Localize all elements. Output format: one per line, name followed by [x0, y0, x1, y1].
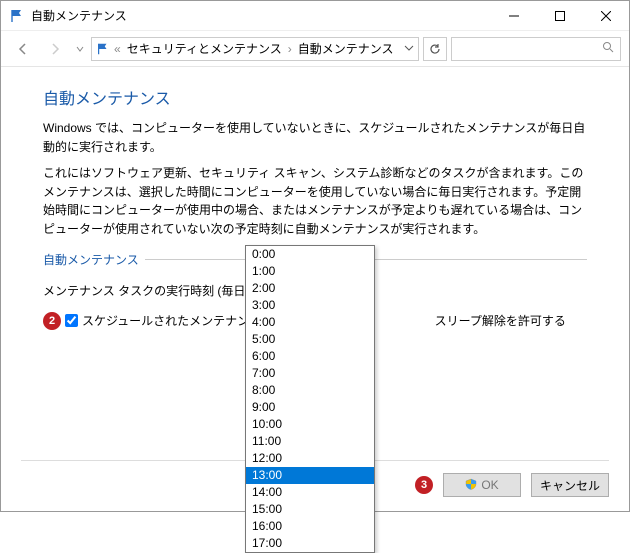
shield-icon [465, 478, 477, 493]
minimize-button[interactable] [491, 1, 537, 31]
maximize-button[interactable] [537, 1, 583, 31]
time-option[interactable]: 10:00 [246, 416, 374, 433]
ok-button[interactable]: OK [443, 473, 521, 497]
wake-label-after: スリープ解除を許可する [435, 312, 566, 329]
chevron-right-icon: › [288, 42, 292, 56]
time-label: メンテナンス タスクの実行時刻 (毎日): [43, 282, 253, 299]
address-bar[interactable]: « セキュリティとメンテナンス › 自動メンテナンス [91, 37, 419, 61]
search-icon [602, 41, 614, 56]
page-heading: 自動メンテナンス [43, 85, 587, 109]
group-label: 自動メンテナンス [43, 251, 139, 268]
time-option[interactable]: 7:00 [246, 365, 374, 382]
time-option[interactable]: 8:00 [246, 382, 374, 399]
window-title: 自動メンテナンス [31, 7, 491, 24]
refresh-button[interactable] [423, 37, 447, 61]
close-button[interactable] [583, 1, 629, 31]
time-option[interactable]: 13:00 [246, 467, 374, 484]
intro-paragraph-1: Windows では、コンピューターを使用していないときに、スケジュールされたメ… [43, 119, 587, 156]
annotation-badge-2: 2 [43, 312, 61, 330]
time-option[interactable]: 15:00 [246, 501, 374, 518]
time-option[interactable]: 6:00 [246, 348, 374, 365]
nav-toolbar: « セキュリティとメンテナンス › 自動メンテナンス [1, 31, 629, 67]
time-option[interactable]: 1:00 [246, 263, 374, 280]
time-option[interactable]: 12:00 [246, 450, 374, 467]
search-input[interactable] [451, 37, 621, 61]
breadcrumb-item-2[interactable]: 自動メンテナンス [296, 40, 396, 57]
forward-button[interactable] [41, 35, 69, 63]
titlebar: 自動メンテナンス [1, 1, 629, 31]
time-option[interactable]: 4:00 [246, 314, 374, 331]
breadcrumb-leading: « [114, 42, 121, 56]
flag-icon [96, 42, 110, 56]
button-bar: 3 OK キャンセル [415, 473, 609, 497]
time-option[interactable]: 14:00 [246, 484, 374, 501]
annotation-badge-3: 3 [415, 476, 433, 494]
breadcrumb-item-1[interactable]: セキュリティとメンテナンス [125, 40, 284, 57]
address-dropdown-icon[interactable] [404, 42, 414, 56]
cancel-button[interactable]: キャンセル [531, 473, 609, 497]
time-option[interactable]: 16:00 [246, 518, 374, 535]
wake-checkbox[interactable] [65, 314, 78, 327]
time-option[interactable]: 3:00 [246, 297, 374, 314]
flag-icon [9, 8, 25, 24]
time-select-listbox[interactable]: 0:001:002:003:004:005:006:007:008:009:00… [245, 245, 375, 553]
history-dropdown-button[interactable] [73, 35, 87, 63]
time-option[interactable]: 17:00 [246, 535, 374, 552]
time-option[interactable]: 9:00 [246, 399, 374, 416]
cancel-label: キャンセル [540, 477, 600, 494]
time-option[interactable]: 0:00 [246, 246, 374, 263]
time-option[interactable]: 5:00 [246, 331, 374, 348]
time-option[interactable]: 2:00 [246, 280, 374, 297]
intro-paragraph-2: これにはソフトウェア更新、セキュリティ スキャン、システム診断などのタスクが含ま… [43, 164, 587, 238]
time-option[interactable]: 11:00 [246, 433, 374, 450]
ok-label: OK [481, 478, 498, 492]
back-button[interactable] [9, 35, 37, 63]
